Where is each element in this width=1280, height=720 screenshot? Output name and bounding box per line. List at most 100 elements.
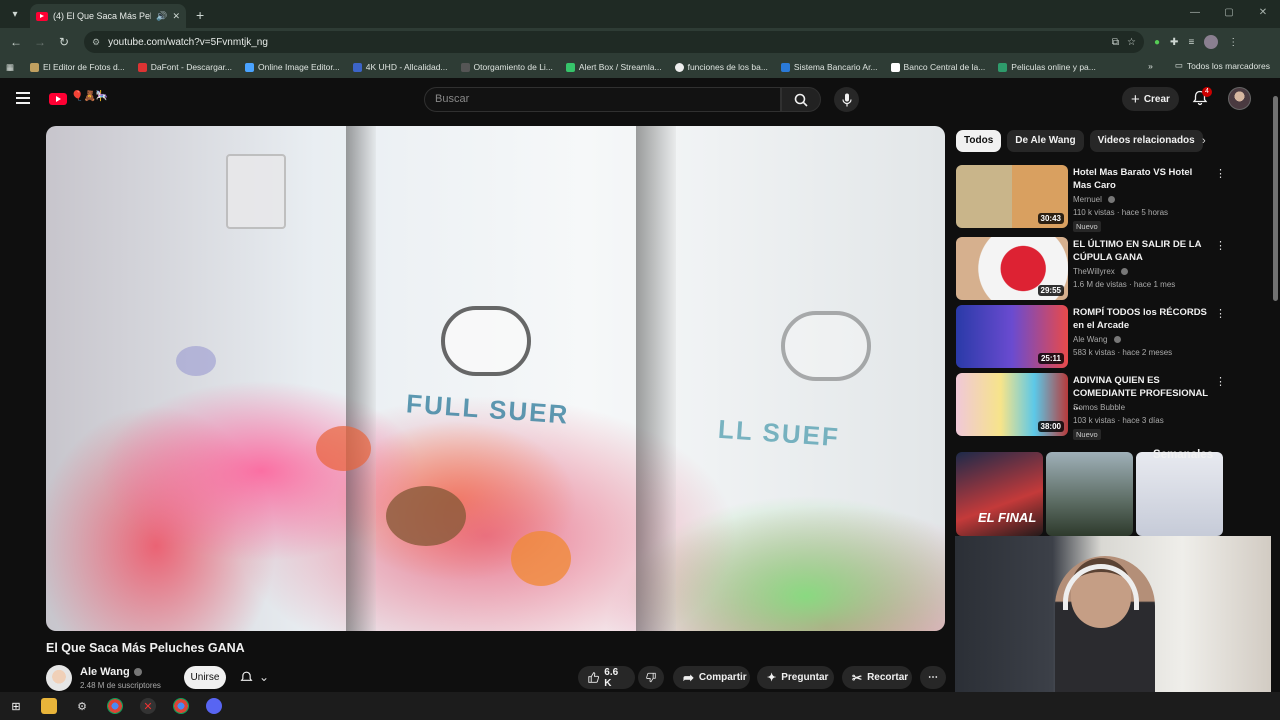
- reload-icon[interactable]: ↻: [52, 35, 76, 49]
- browser-menu-icon[interactable]: ⋮: [1228, 37, 1238, 48]
- shelf-thumbnail[interactable]: [1046, 452, 1133, 536]
- video-player[interactable]: FULL SUER LL SUEF: [46, 126, 945, 631]
- close-tab-icon[interactable]: ✕: [172, 11, 180, 22]
- scrollbar-thumb[interactable]: [1273, 96, 1278, 301]
- file-explorer-icon[interactable]: [41, 698, 57, 714]
- recommendation-channel[interactable]: Somos Bubble: [1073, 403, 1125, 412]
- page-scrollbar[interactable]: [1271, 78, 1280, 692]
- recommendation-item[interactable]: 29:55 EL ÚLTIMO EN SALIR DE LA CÚPULA GA…: [956, 237, 1226, 301]
- bookmark-item[interactable]: El Editor de Fotos d...: [30, 62, 125, 72]
- close-window-icon[interactable]: ✕: [1246, 0, 1280, 26]
- create-button[interactable]: + Crear: [1122, 87, 1179, 111]
- video-thumbnail[interactable]: 38:00: [956, 373, 1068, 436]
- extension-icon[interactable]: ●: [1154, 37, 1160, 48]
- subscription-bell-button[interactable]: ⌄: [240, 670, 269, 684]
- windows-start-icon[interactable]: ⊞: [8, 698, 24, 714]
- share-button[interactable]: ➦ Compartir: [673, 666, 750, 689]
- account-avatar[interactable]: [1228, 87, 1251, 110]
- all-bookmarks-button[interactable]: » ▭ Todos los marcadores: [1148, 60, 1270, 71]
- forward-icon[interactable]: →: [28, 35, 52, 49]
- video-frame-decor: [441, 306, 531, 376]
- chip-from-channel[interactable]: De Ale Wang: [1007, 130, 1084, 152]
- recommendation-channel[interactable]: TheWillyrex: [1073, 267, 1129, 276]
- chip-all[interactable]: Todos: [956, 130, 1002, 152]
- bookmark-item[interactable]: 4K UHD - Allcalidad...: [352, 62, 448, 72]
- install-app-icon[interactable]: ⧉: [1112, 37, 1119, 48]
- search-button[interactable]: [781, 87, 821, 112]
- maximize-icon[interactable]: ▢: [1212, 0, 1246, 26]
- discord-icon[interactable]: [206, 698, 222, 714]
- recommendation-title[interactable]: EL ÚLTIMO EN SALIR DE LA CÚPULA GANA: [1073, 238, 1210, 264]
- chevron-right-icon[interactable]: ›: [1202, 135, 1206, 147]
- bookmark-item[interactable]: Alert Box / Streamla...: [565, 62, 662, 72]
- dislike-button[interactable]: [638, 666, 664, 689]
- extensions-puzzle-icon[interactable]: ✚: [1170, 37, 1178, 48]
- video-frame-decor: [346, 126, 376, 631]
- recommendation-title[interactable]: Hotel Mas Barato VS Hotel Mas Caro: [1073, 166, 1210, 192]
- recommendation-channel[interactable]: Ale Wang: [1073, 335, 1121, 344]
- shelf-thumbnail[interactable]: [1136, 452, 1223, 536]
- app-icon[interactable]: ✕: [140, 698, 156, 714]
- more-vertical-icon[interactable]: ⋮: [1215, 375, 1226, 388]
- verified-icon: [1113, 336, 1121, 344]
- bookmark-item[interactable]: Sistema Bancario Ar...: [780, 62, 878, 72]
- video-overlay-sign-right: LL SUEF: [717, 413, 841, 453]
- channel-avatar[interactable]: [46, 665, 72, 691]
- more-vertical-icon[interactable]: ⋮: [1215, 167, 1226, 180]
- profile-avatar[interactable]: [1204, 35, 1219, 49]
- speaker-icon[interactable]: 🔊: [156, 11, 167, 22]
- more-vertical-icon[interactable]: ⋮: [1215, 239, 1226, 252]
- share-arrow-icon: ➦: [683, 669, 694, 685]
- voice-search-button[interactable]: [834, 87, 859, 112]
- search-input[interactable]: Buscar: [424, 87, 781, 112]
- clip-button[interactable]: ✂ Recortar: [842, 666, 912, 689]
- chrome-icon[interactable]: [107, 698, 123, 714]
- new-tab-button[interactable]: +: [196, 7, 204, 23]
- video-thumbnail[interactable]: 30:43: [956, 165, 1068, 228]
- more-actions-button[interactable]: ⋯: [920, 666, 946, 689]
- tab-search-button[interactable]: ▾: [4, 3, 26, 25]
- chrome-profile-icon[interactable]: [173, 698, 189, 714]
- reading-list-icon[interactable]: ≡: [1188, 37, 1194, 48]
- video-thumbnail[interactable]: 29:55: [956, 237, 1068, 300]
- video-frame-decor: [636, 126, 676, 631]
- duration-badge: 38:00: [1037, 421, 1064, 432]
- verified-icon: [133, 668, 142, 677]
- bookmark-item[interactable]: Online Image Editor...: [245, 62, 340, 72]
- chip-related[interactable]: Videos relacionados: [1089, 130, 1203, 152]
- bookmark-star-icon[interactable]: ☆: [1127, 37, 1136, 48]
- menu-hamburger-icon[interactable]: [16, 92, 30, 104]
- shelf-thumbnail[interactable]: EL FINAL: [956, 452, 1043, 536]
- minimize-icon[interactable]: —: [1178, 0, 1212, 26]
- apps-grid-icon[interactable]: ▦: [6, 62, 14, 73]
- like-button[interactable]: 6.6 K: [578, 666, 635, 689]
- recommendation-item[interactable]: 30:43 Hotel Mas Barato VS Hotel Mas Caro…: [956, 165, 1226, 232]
- youtube-logo-icon[interactable]: [49, 93, 67, 105]
- bookmarks-overflow-icon[interactable]: »: [1148, 61, 1153, 71]
- more-vertical-icon[interactable]: ⋮: [1215, 307, 1226, 320]
- recommendation-title[interactable]: ROMPÍ TODOS los RÉCORDS en el Arcade: [1073, 306, 1210, 332]
- back-icon[interactable]: ←: [4, 35, 28, 49]
- bookmark-favicon-icon: [30, 62, 40, 72]
- recommendation-meta: 103 k vistas · hace 3 días: [1073, 416, 1164, 425]
- browser-tab[interactable]: (4) El Que Saca Más Peluches 🔊 ✕: [30, 4, 186, 28]
- bookmark-item[interactable]: funciones de los ba...: [674, 62, 768, 72]
- recommendation-item[interactable]: 25:11 ROMPÍ TODOS los RÉCORDS en el Arca…: [956, 305, 1226, 369]
- site-info-icon[interactable]: ⚙: [92, 37, 100, 48]
- recommendation-item[interactable]: 38:00 ADIVINA QUIEN ES COMEDIANTE PROFES…: [956, 373, 1226, 440]
- omnibox[interactable]: ⚙ youtube.com/watch?v=5Fvnmtjk_ng ⧉ ☆: [84, 31, 1144, 53]
- channel-name[interactable]: Ale Wang: [80, 666, 142, 678]
- join-button[interactable]: Unirse: [184, 666, 226, 689]
- bookmark-item[interactable]: Banco Central de la...: [890, 62, 985, 72]
- bookmark-item[interactable]: Peliculas online y pa...: [998, 62, 1096, 72]
- settings-gear-icon[interactable]: ⚙: [74, 698, 90, 714]
- recommendation-channel[interactable]: Mernuel: [1073, 195, 1116, 204]
- url-text[interactable]: youtube.com/watch?v=5Fvnmtjk_ng: [108, 37, 1104, 48]
- address-bar: ← → ↻ ⚙ youtube.com/watch?v=5Fvnmtjk_ng …: [0, 28, 1280, 56]
- thumbs-up-icon: [588, 672, 600, 683]
- youtube-doodle-icon[interactable]: 🎈🧸🎠: [71, 91, 108, 102]
- bookmark-item[interactable]: DaFont - Descargar...: [137, 62, 232, 72]
- ask-button[interactable]: ✦ Preguntar: [757, 666, 834, 689]
- video-thumbnail[interactable]: 25:11: [956, 305, 1068, 368]
- bookmark-item[interactable]: Otorgamiento de Li...: [460, 62, 553, 72]
